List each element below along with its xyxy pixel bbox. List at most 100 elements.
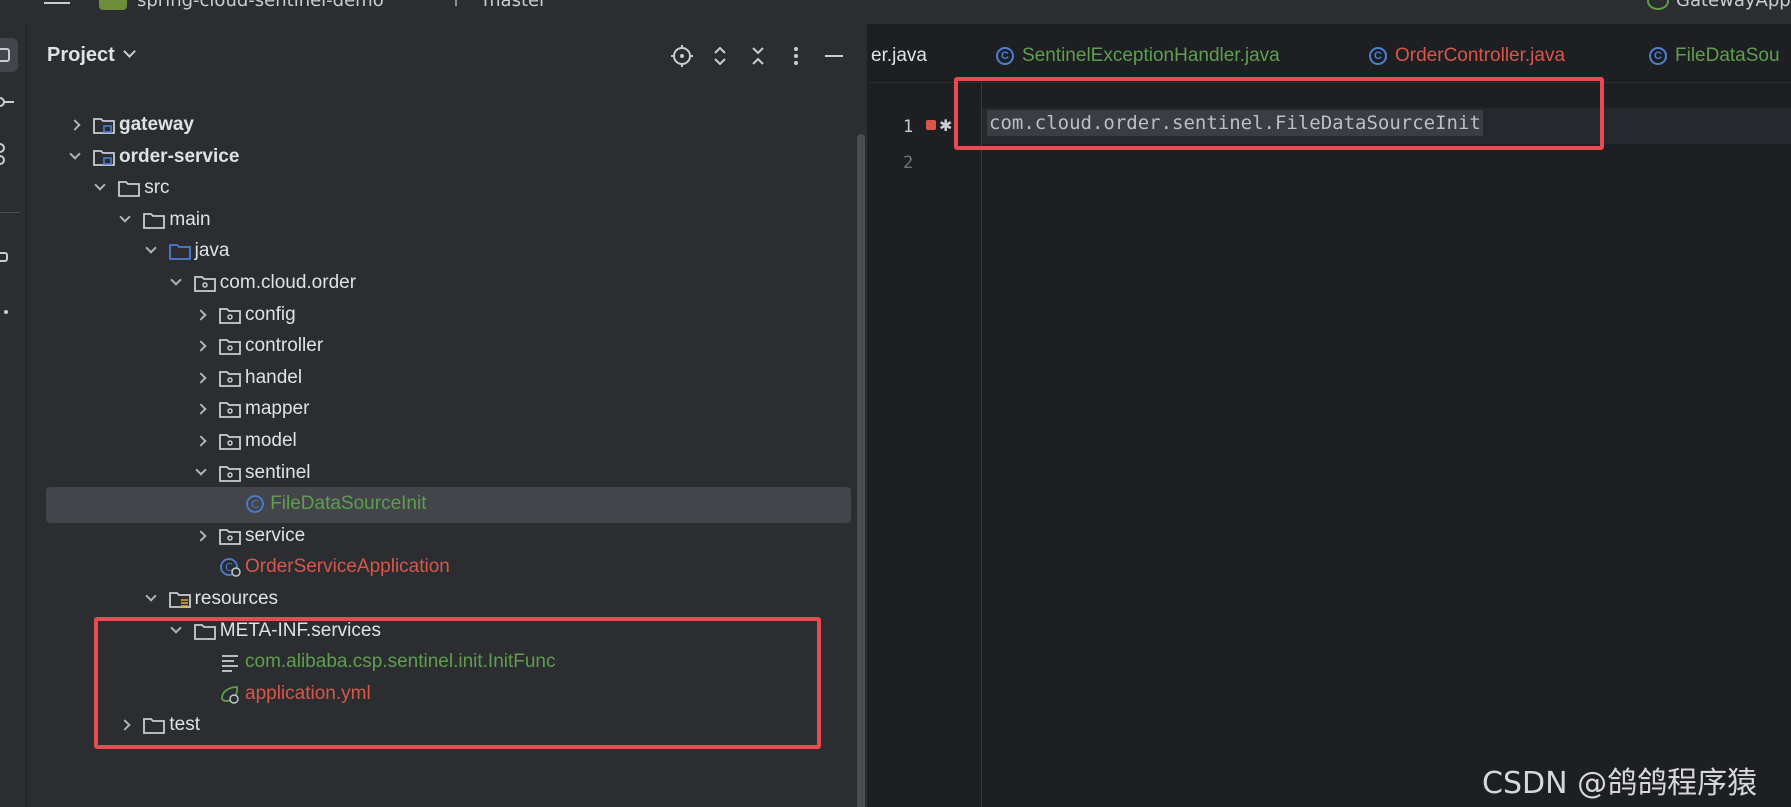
chevron-down-icon[interactable] <box>69 147 81 160</box>
panel-title-dropdown[interactable]: Project <box>47 44 136 67</box>
project-name[interactable]: spring-cloud-sentinel-demo <box>137 0 384 11</box>
tree-row[interactable]: mapper <box>27 392 857 428</box>
tab-label: SentinelExceptionHandler.java <box>1022 45 1280 66</box>
editor-gutter: 1 2 <box>869 82 981 807</box>
folder-icon <box>118 178 141 198</box>
tree-item-label: controller <box>245 335 324 357</box>
tree-item-label: java <box>194 240 230 262</box>
branch-icon <box>455 0 457 6</box>
tab-er-java[interactable]: er.java <box>871 45 927 67</box>
tree-row[interactable]: handel <box>27 361 857 397</box>
run-config-icon <box>1647 0 1669 10</box>
project-badge-icon[interactable] <box>99 0 127 10</box>
package-icon <box>219 368 241 388</box>
package-icon <box>219 336 241 356</box>
selection-highlight <box>46 487 851 524</box>
chevron-right-icon[interactable] <box>195 530 207 542</box>
chevron-down-icon[interactable] <box>144 242 157 255</box>
tree-row[interactable]: com.cloud.order <box>27 266 857 302</box>
panel-title: Project <box>47 44 115 66</box>
class-icon: C <box>244 494 266 514</box>
tree-row[interactable]: gateway <box>27 108 857 144</box>
tree-item-label: sentinel <box>245 461 311 483</box>
tree-row[interactable]: config <box>27 298 857 334</box>
tree-item-label: mapper <box>245 398 310 420</box>
class-icon: C <box>1369 46 1387 65</box>
title-bar: spring-cloud-sentinel-demo master Gatewa… <box>0 0 1791 24</box>
package-icon <box>219 399 241 419</box>
highlight-box-resources <box>94 617 821 749</box>
more-icon[interactable] <box>784 44 808 68</box>
tree-item-label: model <box>245 430 297 451</box>
tree-item-label: handel <box>245 366 303 388</box>
expand-all-icon[interactable] <box>708 44 732 68</box>
folder-icon <box>143 210 166 230</box>
tree-row[interactable]: C OrderServiceApplication <box>27 550 857 586</box>
tree-item-label: src <box>144 177 170 199</box>
tool-window-strip <box>0 24 27 807</box>
tree-row[interactable]: C FileDataSourceInit <box>27 487 857 524</box>
tree-item-label: com.cloud.order <box>219 272 357 293</box>
editor-tabs: er.java C SentinelExceptionHandler.java C… <box>869 24 1791 83</box>
tree-item-label: service <box>245 524 306 546</box>
package-icon <box>219 431 241 451</box>
tab-sentinel-exception-handler[interactable]: C SentinelExceptionHandler.java <box>996 45 1280 67</box>
tree-scrollbar[interactable] <box>857 134 865 807</box>
strip-divider <box>0 212 20 213</box>
tree-row[interactable]: sentinel <box>27 456 857 492</box>
panel-header: Project <box>27 24 867 84</box>
tree-row[interactable]: controller <box>27 329 857 365</box>
package-icon <box>193 273 216 293</box>
tree-row[interactable]: src <box>27 171 857 207</box>
collapse-all-icon[interactable] <box>746 44 770 68</box>
tab-label: OrderController.java <box>1395 45 1566 66</box>
branch-name[interactable]: master <box>483 0 546 11</box>
chevron-right-icon[interactable] <box>69 119 81 131</box>
breakpoint-marker-icon[interactable] <box>926 120 936 130</box>
commit-tool-icon[interactable] <box>0 92 14 112</box>
main-menu-icon[interactable] <box>44 0 70 12</box>
class-icon: C <box>1649 46 1667 65</box>
chevron-down-icon[interactable] <box>94 179 106 191</box>
class-icon: C <box>996 46 1014 65</box>
locate-icon[interactable] <box>670 44 694 68</box>
chevron-right-icon[interactable] <box>195 403 207 416</box>
spring-class-icon: C <box>219 557 241 578</box>
tree-row[interactable]: model <box>27 424 857 460</box>
tree-row[interactable]: java <box>27 234 857 270</box>
terminal-tool-icon[interactable] <box>0 252 8 262</box>
source-folder-icon <box>168 241 191 261</box>
svg-text:C: C <box>251 498 259 511</box>
chevron-right-icon[interactable] <box>195 340 207 352</box>
chevron-right-icon[interactable] <box>195 372 207 384</box>
chevron-down-icon[interactable] <box>119 211 132 223</box>
project-tool-icon[interactable] <box>0 48 10 62</box>
chevron-down-icon[interactable] <box>170 274 182 286</box>
highlight-box-code <box>954 77 1604 150</box>
fold-icon[interactable]: ✱ <box>939 116 952 135</box>
chevron-right-icon[interactable] <box>195 435 207 447</box>
chevron-down-icon[interactable] <box>144 590 157 602</box>
more-tools-icon[interactable] <box>4 310 8 314</box>
tree-row[interactable]: resources <box>27 582 857 618</box>
package-icon <box>219 526 241 546</box>
package-icon <box>219 463 241 483</box>
tree-row[interactable]: main <box>27 203 857 239</box>
resources-folder-icon <box>168 589 191 609</box>
tree-item-label: OrderServiceApplication <box>245 556 450 578</box>
watermark: CSDN @鸽鸽程序猿 <box>1482 766 1758 801</box>
chevron-right-icon[interactable] <box>195 308 207 321</box>
structure-tool-icon[interactable] <box>0 142 14 166</box>
hide-icon[interactable] <box>822 44 846 68</box>
tree-item-label: FileDataSourceInit <box>270 493 427 515</box>
tab-label: er.java <box>871 45 927 66</box>
tree-row[interactable]: service <box>27 519 857 555</box>
tree-item-label: main <box>169 208 211 230</box>
run-config-name[interactable]: GatewayApp <box>1676 0 1791 11</box>
chevron-down-icon[interactable] <box>195 463 207 476</box>
tree-item-label: gateway <box>119 114 194 135</box>
tab-order-controller[interactable]: C OrderController.java <box>1369 45 1565 67</box>
line-number: 2 <box>903 153 914 173</box>
tree-row[interactable]: order-service <box>27 140 857 176</box>
tab-file-data-source[interactable]: C FileDataSou <box>1649 45 1780 67</box>
